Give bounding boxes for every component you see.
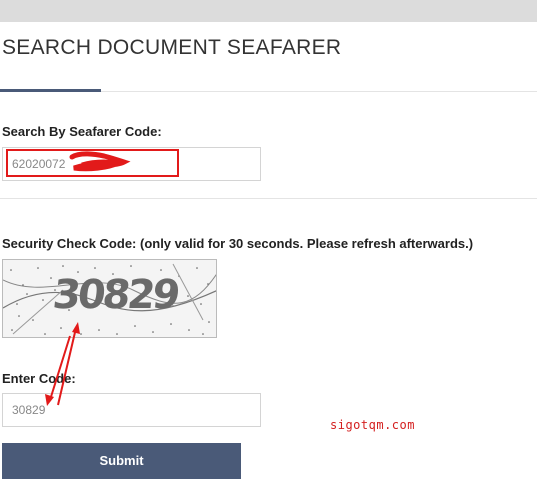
captcha-image: 30829	[2, 259, 217, 338]
submit-button[interactable]: Submit	[2, 443, 241, 479]
section-divider	[0, 198, 537, 199]
captcha-code-text: 30829	[50, 272, 180, 318]
watermark-text: sigotqm.com	[330, 418, 415, 432]
enter-code-label: Enter Code:	[2, 371, 76, 386]
security-check-label: Security Check Code: (only valid for 30 …	[2, 236, 474, 251]
page: SEARCH DOCUMENT SEAFARER Search By Seafa…	[0, 0, 537, 480]
enter-code-input[interactable]: 30829	[2, 393, 261, 427]
